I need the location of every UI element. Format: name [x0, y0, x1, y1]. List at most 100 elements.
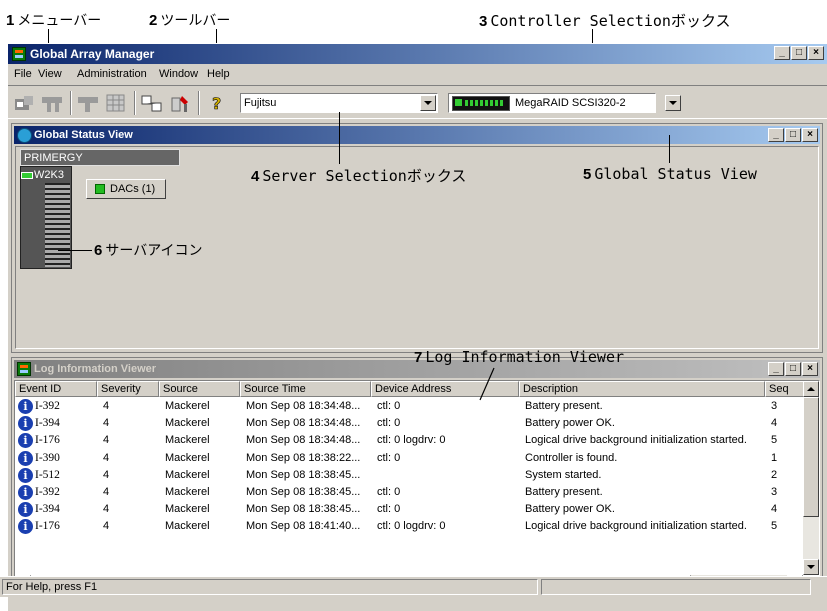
info-icon: i [18, 450, 33, 466]
scroll-down-icon[interactable] [803, 559, 819, 575]
log-viewer-client: Event ID Severity Source Source Time Dev… [14, 380, 820, 592]
scroll-up-icon[interactable] [803, 381, 819, 397]
table-cell: I-390 [35, 451, 60, 464]
table-cell: Battery present. [525, 486, 603, 498]
callout-toolbar: 2 ツールバー [149, 12, 231, 29]
table-cell: Battery power OK. [525, 417, 615, 430]
main-titlebar[interactable]: Global Array Manager _ □ × [8, 44, 827, 64]
table-cell: Mackerel [165, 468, 210, 481]
server-name: W2K3 [21, 169, 64, 181]
table-row[interactable]: i I-390 4 Mackerel Mon Sep 08 18:38:22... ctl… [15, 450, 809, 467]
menu-help[interactable]: Help [207, 68, 230, 80]
scroll-thumb[interactable] [803, 397, 819, 517]
maximize-icon[interactable]: □ [785, 362, 801, 376]
table-cell: Battery present. [525, 400, 603, 412]
close-icon[interactable]: × [802, 362, 818, 376]
log-table: Event ID Severity Source Source Time Dev… [15, 381, 809, 591]
minimize-icon[interactable]: _ [768, 128, 784, 142]
table-cell: Controller is found. [525, 451, 618, 464]
table-cell: ctl: 0 [377, 503, 401, 516]
maximize-icon[interactable]: □ [785, 128, 801, 142]
app-icon [12, 47, 26, 61]
menu-bar: File View Administration Window Help [8, 65, 827, 84]
close-icon[interactable]: × [802, 128, 818, 142]
controller-selection-combo[interactable]: MegaRAID SCSI320-2 [448, 93, 681, 113]
info-icon: i [18, 416, 33, 432]
scan-devices-icon[interactable] [40, 92, 64, 114]
menu-administration[interactable]: Administration [77, 68, 147, 80]
server-icon[interactable]: W2K3 [20, 166, 72, 269]
toolbar-separator [134, 91, 136, 115]
table-cell: Mackerel [165, 434, 210, 447]
minimize-icon[interactable]: _ [774, 46, 790, 60]
toolbar: ? Fujitsu MegaRAID SCSI320-2 [8, 85, 827, 119]
table-cell: Mon Sep 08 18:38:22... [246, 451, 361, 464]
discover-icon[interactable] [12, 92, 36, 114]
window-title: Global Array Manager [30, 47, 155, 61]
info-icon: i [18, 467, 33, 483]
maximize-icon[interactable]: □ [791, 46, 807, 60]
vertical-scrollbar[interactable] [803, 381, 819, 575]
table-cell [377, 467, 515, 484]
properties-icon[interactable] [76, 92, 100, 114]
table-row[interactable]: i I-392 4 Mackerel Mon Sep 08 18:34:48... ctl… [15, 398, 809, 415]
leader-line [58, 250, 92, 251]
chevron-down-icon[interactable] [665, 95, 681, 111]
table-cell: 3 [771, 400, 778, 412]
table-row[interactable]: i I-394 4 Mackerel Mon Sep 08 18:38:45... ctl… [15, 501, 809, 518]
leader-line [479, 367, 495, 401]
statistics-icon[interactable] [104, 92, 128, 114]
dac-status-icon [95, 184, 105, 194]
table-cell: System started. [525, 468, 602, 481]
table-row[interactable]: i I-176 4 Mackerel Mon Sep 08 18:41:40... ctl… [15, 518, 809, 535]
tools-icon[interactable] [168, 92, 192, 114]
info-icon: i [18, 502, 33, 518]
main-window: Global Array Manager _ □ × File View Adm… [7, 43, 827, 611]
leader-line [669, 135, 670, 163]
server-selection-combo[interactable]: Fujitsu [240, 93, 438, 113]
info-icon: i [18, 519, 33, 535]
callout-log-viewer: 7 Log Information Viewer [414, 348, 625, 366]
globe-icon [17, 128, 32, 143]
column-header-severity[interactable]: Severity [97, 381, 159, 397]
table-cell: Battery power OK. [525, 503, 615, 516]
table-cell: Mackerel [165, 451, 210, 464]
svg-text:?: ? [212, 94, 221, 113]
table-cell: Mackerel [165, 400, 210, 412]
table-cell: 4 [103, 520, 110, 533]
help-icon[interactable]: ? [205, 92, 229, 114]
table-cell: Mackerel [165, 503, 210, 516]
table-cell: 4 [103, 417, 110, 430]
table-row[interactable]: i I-394 4 Mackerel Mon Sep 08 18:34:48... ctl… [15, 415, 809, 432]
close-icon[interactable]: × [808, 46, 824, 60]
menu-window[interactable]: Window [159, 68, 198, 80]
callout-controller-selection: 3 Controller Selectionボックス [479, 12, 731, 30]
minimize-icon[interactable]: _ [768, 362, 784, 376]
global-status-title: Global Status View [34, 129, 133, 141]
column-header-source-time[interactable]: Source Time [240, 381, 371, 397]
global-status-window: Global Status View _ □ × PRIMERGY W2K3 D… [11, 123, 823, 353]
table-cell: Mon Sep 08 18:34:48... [246, 400, 361, 412]
table-row[interactable]: i I-512 4 Mackerel Mon Sep 08 18:38:45... Sys… [15, 467, 809, 484]
menu-view[interactable]: View [38, 68, 62, 80]
column-header-source[interactable]: Source [159, 381, 240, 397]
table-cell: I-394 [35, 503, 60, 516]
chevron-down-icon[interactable] [420, 95, 436, 111]
table-cell: ctl: 0 [377, 451, 401, 464]
controller-info-icon[interactable] [140, 92, 164, 114]
table-cell: Mon Sep 08 18:38:45... [246, 503, 361, 516]
global-status-titlebar[interactable]: Global Status View _ □ × [14, 126, 820, 144]
table-cell: Mackerel [165, 520, 210, 533]
callout-server-icon: 6 サーバアイコン [94, 242, 203, 259]
table-row[interactable]: i I-392 4 Mackerel Mon Sep 08 18:38:45... ctl… [15, 484, 809, 501]
info-icon: i [18, 399, 33, 414]
table-row[interactable]: i I-176 4 Mackerel Mon Sep 08 18:34:48... ctl… [15, 432, 809, 449]
table-cell: Mon Sep 08 18:41:40... [246, 520, 361, 533]
dacs-button[interactable]: DACs (1) [86, 179, 166, 199]
drive-bays [45, 183, 70, 267]
server-selection-value: Fujitsu [244, 97, 277, 109]
menu-file[interactable]: File [14, 68, 32, 80]
status-text: For Help, press F1 [2, 579, 538, 595]
column-header-description[interactable]: Description [519, 381, 765, 397]
column-header-event-id[interactable]: Event ID [15, 381, 97, 397]
